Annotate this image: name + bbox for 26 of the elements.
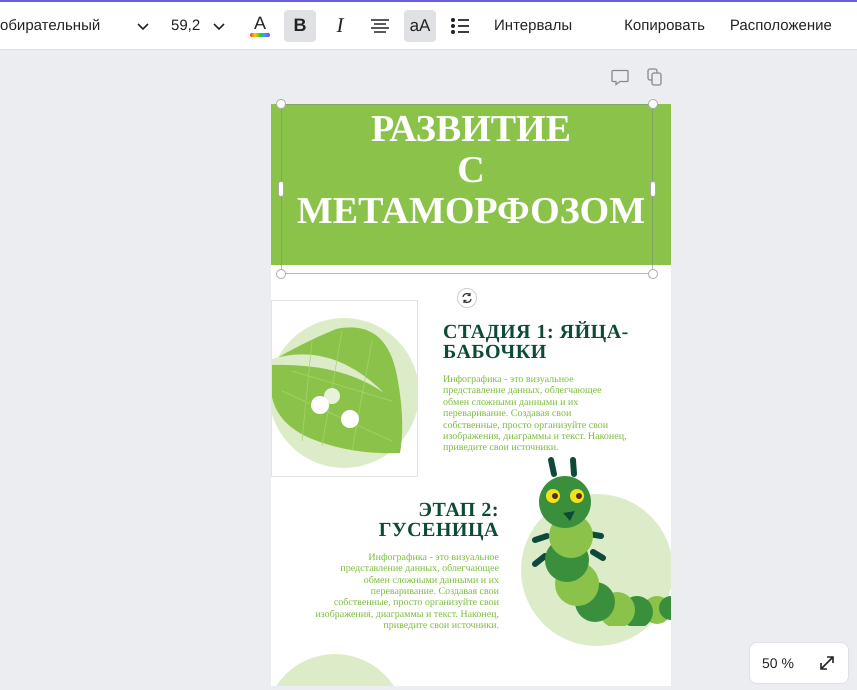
zoom-level[interactable]: 50 % [762,655,794,671]
section-heading: ЭТАП 2: ГУСЕНИЦА [378,500,499,540]
section-body-text: Инфографика - это визуальное представление данных, облегчающее обмен сложными данными и их переваривание. Создавая свои собственные, просто организуйте свои изображения, диаграммы и текст. Наконец, приведите свои источники. [443,374,627,454]
resize-handle[interactable] [276,99,286,109]
font-dropdown[interactable]: обирательный [0,17,150,34]
align-center-icon[interactable] [370,18,390,34]
side-resize-handle[interactable] [650,181,656,197]
resize-handle[interactable] [648,269,658,279]
duplicate-icon[interactable] [647,68,663,86]
font-size-dropdown[interactable]: 59,2 [171,17,226,34]
bold-button[interactable]: B [284,10,316,42]
side-resize-handle[interactable] [278,181,284,197]
text-color-button[interactable]: A [244,10,276,42]
bullet-list-icon[interactable] [450,16,470,34]
resize-handle[interactable] [648,99,658,109]
spacing-button[interactable]: Интервалы [494,17,572,34]
resize-handle[interactable] [276,269,286,279]
text-case-button[interactable]: aA [404,10,436,42]
section-heading: СТАДИЯ 1: ЯЙЦА-БАБОЧКИ [443,322,630,362]
rotate-handle[interactable] [457,288,477,308]
comment-icon[interactable] [611,68,629,86]
italic-button[interactable]: I [324,10,356,42]
toolbar-action-button[interactable]: Расположение [730,17,832,34]
fullscreen-icon[interactable] [818,654,836,672]
section-body-text: Инфографика - это визуальное представление данных, облегчающее обмен сложными данными и их переваривание. Создавая свои собственные, просто организуйте свои изображения, диаграммы и текст. Наконец, приведите свои источники. [315,552,499,632]
toolbar-action-button[interactable]: Копировать [624,17,705,34]
